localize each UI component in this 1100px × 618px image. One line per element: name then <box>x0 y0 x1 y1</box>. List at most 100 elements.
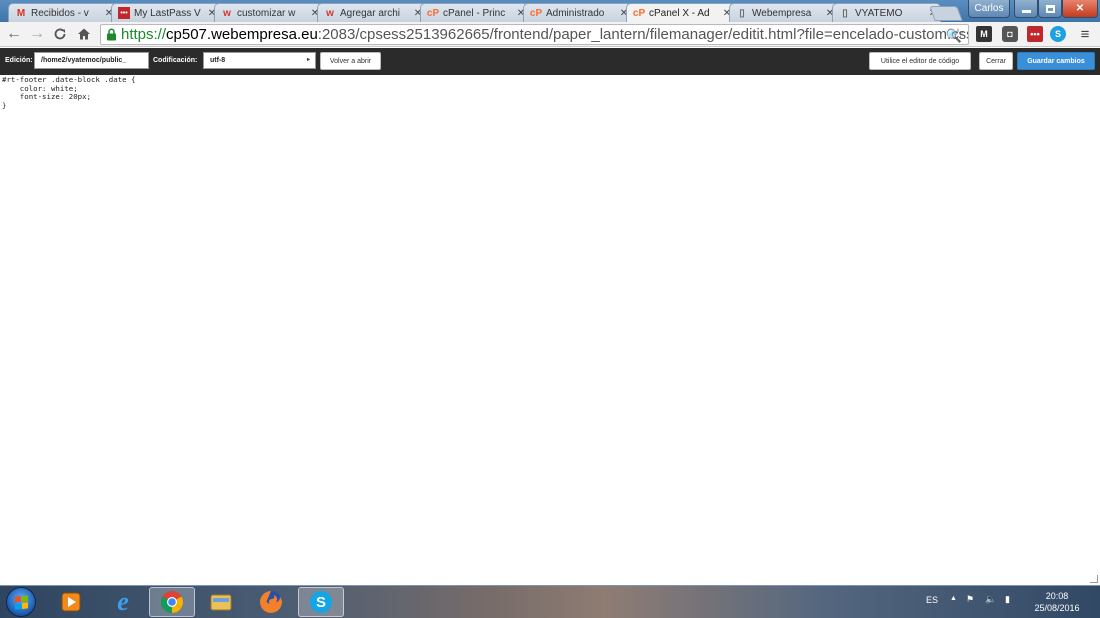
home-button[interactable] <box>75 25 93 43</box>
webempresa-icon: w <box>326 7 334 19</box>
skype-extension-icon: S <box>1054 29 1061 39</box>
url-scheme: https:// <box>121 26 167 43</box>
taskbar-firefox[interactable] <box>248 587 294 617</box>
file-path-value: /home2/vyatemoc/public_ <box>41 57 127 64</box>
action-center-flag-icon[interactable]: ⚑ <box>966 594 974 605</box>
m-extension-icon: M <box>980 29 988 39</box>
tab-title: customizar w <box>237 7 296 19</box>
taskbar-file-explorer[interactable] <box>198 587 244 617</box>
save-changes-button[interactable]: Guardar cambios <box>1017 52 1095 70</box>
resize-grip-icon[interactable] <box>1090 575 1098 583</box>
back-button[interactable]: ← <box>5 25 23 43</box>
page-icon: ▯ <box>842 7 848 19</box>
restore-icon <box>1045 4 1055 13</box>
browser-tab[interactable]: w Agregar archi ✕ <box>317 3 426 22</box>
profile-name: Carlos <box>974 3 1004 14</box>
tab-title: cPanel - Princ <box>443 7 506 19</box>
encoding-label: Codificación: <box>153 57 198 64</box>
lastpass-extension-icon: ••• <box>1030 29 1040 39</box>
minimize-button[interactable] <box>1014 0 1038 18</box>
cpanel-icon: cP <box>426 7 440 19</box>
edition-label: Edición: <box>5 57 33 64</box>
media-player-icon <box>61 592 81 612</box>
dropdown-arrow-icon: ▸ <box>306 57 310 63</box>
clock-time: 20:08 <box>1045 591 1069 601</box>
reopen-button[interactable]: Volver a abrir <box>320 52 381 70</box>
reopen-button-label: Volver a abrir <box>329 57 372 65</box>
gmail-icon: M <box>16 7 26 19</box>
browser-tab[interactable]: w customizar w ✕ <box>214 3 323 22</box>
forward-button[interactable]: → <box>28 25 46 43</box>
close-editor-button[interactable]: Cerrar <box>979 52 1013 70</box>
tab-title: Agregar archi <box>340 7 401 19</box>
bookmark-star-button[interactable]: ☆ <box>949 25 967 43</box>
encoding-value: utf-8 <box>210 57 226 64</box>
skype-icon: S <box>310 591 332 613</box>
star-icon: ☆ <box>951 26 965 43</box>
extension-skype-button[interactable]: S <box>1050 26 1066 42</box>
language-indicator[interactable]: ES <box>926 595 938 605</box>
taskbar-media-player[interactable] <box>48 587 94 617</box>
code-content[interactable]: #rt-footer .date-block .date { color: wh… <box>2 75 136 110</box>
browser-toolbar: ← → https://cp507.webempresa.eu:2083/cps… <box>0 22 1100 47</box>
file-path-field[interactable]: /home2/vyatemoc/public_ <box>34 52 149 69</box>
taskbar-internet-explorer[interactable]: e <box>100 587 146 617</box>
browser-tab[interactable]: cP cPanel - Princ ✕ <box>420 3 529 22</box>
tab-title: Webempresa <box>752 7 812 19</box>
page-icon: ▯ <box>739 7 745 19</box>
url-path: :2083/cpsess2513962665/frontend/paper_la… <box>317 26 968 43</box>
internet-explorer-icon: e <box>117 587 129 616</box>
cpanel-icon: cP <box>632 8 646 19</box>
browser-tab[interactable]: ••• My LastPass V ✕ <box>111 3 220 22</box>
taskbar-chrome[interactable] <box>149 587 195 617</box>
chrome-icon <box>161 591 183 613</box>
folder-icon <box>210 594 232 611</box>
code-editor-button[interactable]: Utilice el editor de código <box>869 52 971 70</box>
hamburger-menu-icon: ≡ <box>1080 25 1090 43</box>
reload-button[interactable] <box>51 25 69 43</box>
windows-logo-icon <box>14 594 28 610</box>
tab-title: Recibidos - v <box>31 7 89 19</box>
browser-tab[interactable]: ▯VYATEMO✕ <box>832 3 941 22</box>
close-window-button[interactable]: ✕ <box>1062 0 1098 18</box>
chrome-menu-button[interactable]: ≡ <box>1076 25 1094 43</box>
close-editor-button-label: Cerrar <box>986 57 1006 65</box>
forward-arrow-icon: → <box>29 25 45 42</box>
browser-tab[interactable]: cP Administrado ✕ <box>523 3 632 22</box>
browser-tab[interactable]: cP cPanel X - Ad ✕ <box>626 3 735 22</box>
file-editor-toolbar: Edición: /home2/vyatemoc/public_ Codific… <box>0 48 1100 75</box>
cpanel-icon: cP <box>529 7 543 19</box>
start-button[interactable] <box>6 587 36 617</box>
encoding-select[interactable]: utf-8 ▸ <box>203 52 316 69</box>
address-bar[interactable]: https://cp507.webempresa.eu:2083/cpsess2… <box>100 24 969 45</box>
new-tab-button[interactable] <box>929 6 963 21</box>
browser-tab[interactable]: ▯ Webempresa ✕ <box>729 3 838 22</box>
browser-tab[interactable]: M Recibidos - v ✕ <box>8 3 117 22</box>
save-changes-button-label: Guardar cambios <box>1027 57 1085 65</box>
taskbar-clock[interactable]: 20:08 25/08/2016 <box>1027 590 1087 614</box>
extension-m-button[interactable]: M <box>976 26 992 42</box>
url-host: cp507.webempresa.eu <box>166 26 318 43</box>
lastpass-icon: ••• <box>118 7 130 19</box>
firefox-icon <box>260 591 282 613</box>
webempresa-icon: w <box>223 7 231 19</box>
tray-expand-icon[interactable]: ▲ <box>950 595 957 602</box>
text-editor-area[interactable]: #rt-footer .date-block .date { color: wh… <box>0 75 1100 585</box>
clock-date: 25/08/2016 <box>1034 603 1080 613</box>
network-icon[interactable]: ▮ <box>1005 594 1010 605</box>
tab-title: Administrado <box>546 7 605 19</box>
minimize-icon <box>1021 10 1031 13</box>
tab-title: VYATEMO <box>855 7 903 19</box>
tab-title: My LastPass V <box>134 7 201 19</box>
home-icon <box>78 28 90 40</box>
back-arrow-icon: ← <box>6 25 22 42</box>
windows-taskbar: e S ES ▲ ⚑ 🔈 ▮ <box>0 585 1100 618</box>
profile-button[interactable]: Carlos <box>968 0 1010 18</box>
tab-title: cPanel X - Ad <box>649 8 710 19</box>
volume-icon[interactable]: 🔈 <box>985 594 996 605</box>
extension-pocket-button[interactable]: ◘ <box>1002 26 1018 42</box>
maximize-button[interactable] <box>1038 0 1062 18</box>
extension-lastpass-button[interactable]: ••• <box>1027 26 1043 42</box>
close-icon: ✕ <box>1075 3 1085 14</box>
taskbar-skype[interactable]: S <box>298 587 344 617</box>
